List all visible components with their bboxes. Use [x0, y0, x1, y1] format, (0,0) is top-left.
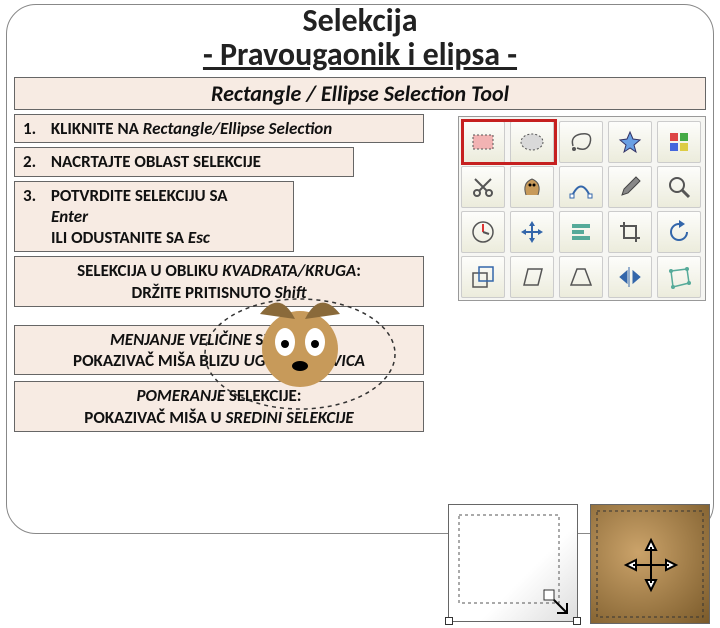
crop-icon	[616, 218, 644, 246]
ellipse-select-icon	[518, 128, 546, 156]
lasso-tool[interactable]	[559, 121, 603, 163]
lasso-icon	[567, 128, 595, 156]
color-picker-tool[interactable]	[608, 166, 652, 208]
scale-icon	[469, 263, 497, 291]
move-illustration	[590, 504, 710, 624]
title-line1: Selekcija	[0, 4, 720, 38]
step-3: 3. POTVRDITE SELEKCIJU SA Enter ILI ODUS…	[14, 181, 294, 253]
shear-icon	[518, 263, 546, 291]
paths-icon	[567, 173, 595, 201]
foreground-select-icon	[518, 173, 546, 201]
subtitle-text: Rectangle / Ellipse Selection Tool	[211, 80, 509, 107]
crop-tool[interactable]	[608, 211, 652, 253]
step-1: 1. KLIKNITE NA Rectangle/Ellipse Selecti…	[14, 114, 424, 143]
slide-title: Selekcija - Pravougaonik i elipsa -	[0, 0, 720, 71]
zoom-tool[interactable]	[657, 166, 701, 208]
rotate-tool[interactable]	[657, 211, 701, 253]
paths-tool[interactable]	[559, 166, 603, 208]
scissors-tool[interactable]	[461, 166, 505, 208]
shear-tool[interactable]	[510, 256, 554, 298]
align-icon	[567, 218, 595, 246]
rect-select-icon	[469, 128, 497, 156]
perspective-tool[interactable]	[559, 256, 603, 298]
rect-select-tool[interactable]	[461, 121, 505, 163]
selection-preview-illustration	[200, 294, 400, 414]
resize-corner-illustration	[448, 504, 578, 622]
fuzzy-select-icon	[616, 128, 644, 156]
measure-icon	[469, 218, 497, 246]
title-line2: - Pravougaonik i elipsa -	[0, 38, 720, 72]
move-icon	[518, 218, 546, 246]
fuzzy-select-tool[interactable]	[608, 121, 652, 163]
tool-palette	[458, 116, 706, 301]
color-select-icon	[665, 128, 693, 156]
scale-tool[interactable]	[461, 256, 505, 298]
cage-tool[interactable]	[657, 256, 701, 298]
color-select-tool[interactable]	[657, 121, 701, 163]
align-tool[interactable]	[559, 211, 603, 253]
ellipse-select-tool[interactable]	[510, 121, 554, 163]
perspective-icon	[567, 263, 595, 291]
measure-tool[interactable]	[461, 211, 505, 253]
color-picker-icon	[616, 173, 644, 201]
zoom-icon	[665, 173, 693, 201]
step-2: 2. NACRTAJTE OBLAST SELEKCIJE	[14, 147, 354, 176]
scissors-icon	[469, 173, 497, 201]
cage-icon	[665, 263, 693, 291]
foreground-select-tool[interactable]	[510, 166, 554, 208]
subtitle-box: Rectangle / Ellipse Selection Tool	[14, 77, 706, 110]
move-tool[interactable]	[510, 211, 554, 253]
flip-tool[interactable]	[608, 256, 652, 298]
rotate-icon	[665, 218, 693, 246]
flip-icon	[616, 263, 644, 291]
